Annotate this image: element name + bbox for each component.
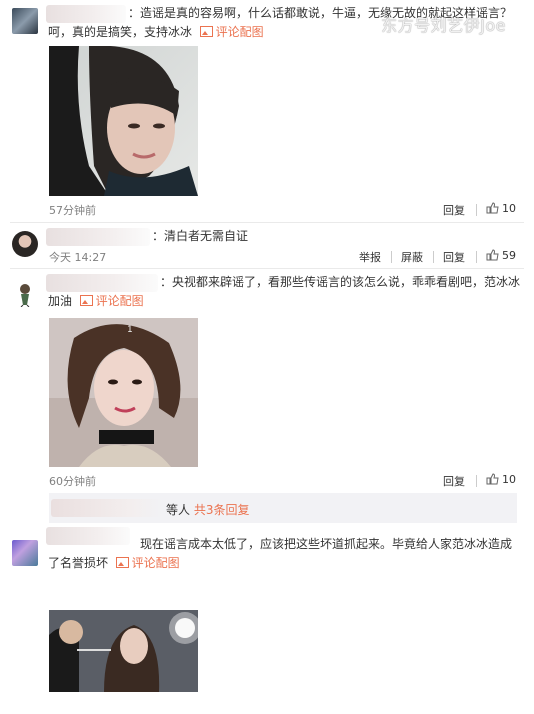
action-separator	[476, 475, 477, 487]
comment-time: 60分钟前	[49, 475, 96, 488]
action-separator	[433, 251, 434, 263]
photo-mark: 1	[127, 325, 133, 335]
avatar[interactable]	[12, 8, 38, 34]
username-blurred[interactable]	[46, 274, 158, 292]
thumbs-up-icon	[486, 473, 499, 485]
comment-divider	[10, 268, 524, 269]
like-button[interactable]: 59	[486, 249, 516, 262]
block-button[interactable]: 屏蔽	[401, 249, 423, 265]
comment-time: 57分钟前	[49, 204, 96, 217]
comment-time: 今天 14:27	[49, 251, 107, 264]
reply-button[interactable]: 回复	[443, 249, 465, 265]
comment-pic-link[interactable]: 评论配图	[199, 25, 264, 39]
comment-text: ：清白者无需自证	[152, 229, 249, 243]
sub-replies-bar[interactable]: 等人 共3条回复	[49, 493, 517, 523]
thumbs-up-icon	[486, 249, 499, 261]
avatar[interactable]	[12, 540, 38, 566]
portrait-photo	[49, 46, 198, 196]
avatar[interactable]	[12, 281, 38, 307]
portrait-photo: 1	[49, 318, 198, 467]
action-separator	[476, 204, 477, 216]
comment-pic-link[interactable]: 评论配图	[115, 556, 180, 570]
comment-pic-link[interactable]: 评论配图	[79, 294, 144, 308]
avatar[interactable]	[12, 231, 38, 257]
cartoon-avatar	[20, 284, 30, 307]
comment-text-continued: 呵，真的是搞笑，支持冰冰 评论配图	[48, 25, 264, 39]
picture-icon	[199, 26, 213, 37]
like-count: 59	[502, 249, 516, 262]
reply-button[interactable]: 回复	[443, 473, 465, 489]
comment-text-continued: 加油 评论配图	[48, 294, 144, 308]
comment-image[interactable]	[49, 580, 198, 714]
reply-button[interactable]: 回复	[443, 202, 465, 218]
more-replies-prefix: 等人	[166, 503, 191, 517]
picture-icon	[79, 295, 93, 306]
report-button[interactable]: 举报	[359, 249, 381, 265]
more-replies-link[interactable]: 共3条回复	[194, 503, 250, 517]
like-count: 10	[502, 473, 516, 486]
action-separator	[476, 251, 477, 263]
username-blurred[interactable]	[46, 527, 130, 545]
comment-text: 现在谣言成本太低了，应该把这些坏道抓起来。毕竟给人家范冰冰造成	[140, 537, 513, 551]
username-blurred[interactable]	[46, 228, 150, 246]
comment-text-continued: 了名誉损坏 评论配图	[48, 556, 180, 570]
reply-user-blurred	[51, 499, 163, 517]
comment-text: ：央视都来辟谣了，看那些传谣言的该怎么说，乖乖看剧吧，范冰冰	[160, 275, 521, 289]
username-blurred[interactable]	[46, 5, 126, 23]
comment-divider	[10, 222, 524, 223]
thumbs-up-icon	[486, 202, 499, 214]
comment-image[interactable]	[49, 46, 198, 196]
behind-the-scenes-photo	[49, 580, 198, 714]
picture-icon	[115, 557, 129, 568]
comment-image[interactable]: 1	[49, 318, 198, 467]
watermark: 东方号刘艺伊Joe	[381, 16, 506, 35]
like-button[interactable]: 10	[486, 473, 516, 486]
like-button[interactable]: 10	[486, 202, 516, 215]
action-separator	[391, 251, 392, 263]
like-count: 10	[502, 202, 516, 215]
